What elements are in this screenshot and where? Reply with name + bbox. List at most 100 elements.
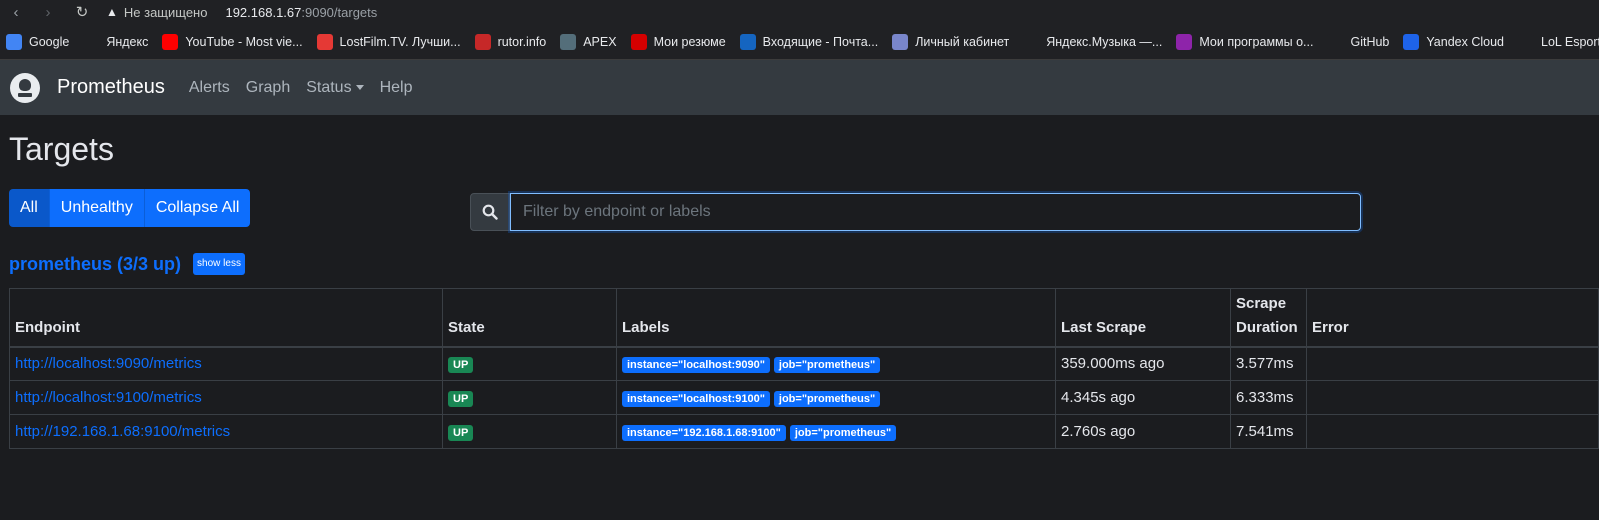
bookmark-label: rutor.info	[497, 34, 547, 49]
last-scrape-cell: 2.760s ago	[1055, 414, 1231, 449]
state-badge: UP	[448, 425, 474, 441]
targets-table: Endpoint State Labels Last Scrape Scrape…	[9, 288, 1599, 449]
label-badge: job="prometheus"	[773, 390, 881, 407]
table-row: http://localhost:9100/metrics UP instance=…	[9, 380, 1599, 415]
bookmark-item[interactable]: LoL Esports RU	[1518, 33, 1599, 50]
bookmark-item[interactable]: Входящие - Почта...	[739, 33, 879, 50]
filter-unhealthy-button[interactable]: Unhealthy	[49, 189, 145, 227]
bookmark-label: Яндекс.Музыка —...	[1046, 34, 1163, 49]
bookmark-item[interactable]: Google	[6, 33, 70, 50]
endpoint-cell: http://localhost:9100/metrics	[9, 380, 443, 415]
bookmark-item[interactable]: APEX	[560, 33, 617, 50]
search-input[interactable]	[510, 193, 1361, 231]
bookmark-item[interactable]: Yandex Cloud	[1403, 33, 1504, 50]
label-badge: instance="localhost:9100"	[622, 390, 770, 407]
page-title: Targets	[9, 131, 114, 167]
show-less-button[interactable]: show less	[193, 253, 245, 275]
back-arrow-icon[interactable]: ‹	[0, 4, 32, 21]
search-group	[470, 193, 1361, 231]
bookmark-label: YouTube - Most vie...	[185, 34, 303, 49]
yandex-cloud-icon	[1403, 33, 1420, 50]
table-header-row: Endpoint State Labels Last Scrape Scrape…	[9, 288, 1599, 348]
nav-help[interactable]: Help	[380, 79, 413, 97]
rutor-icon	[474, 33, 491, 50]
top-navbar: Prometheus Alerts Graph Status Help	[0, 60, 1599, 115]
bookmark-item[interactable]: GitHub	[1327, 33, 1389, 50]
job-title-link[interactable]: prometheus (3/3 up)	[9, 254, 181, 275]
endpoint-cell: http://localhost:9090/metrics	[9, 346, 443, 381]
bookmark-label: Мои резюме	[653, 34, 726, 49]
bookmark-item[interactable]: Яндекс.Музыка —...	[1023, 33, 1163, 50]
forward-arrow-icon[interactable]: ›	[32, 4, 64, 21]
label-badge: job="prometheus"	[789, 424, 897, 441]
lol-icon	[1518, 33, 1534, 50]
label-badge: job="prometheus"	[773, 356, 881, 373]
job-header: prometheus (3/3 up) show less	[9, 251, 1599, 277]
bookmark-label: Входящие - Почта...	[762, 34, 879, 49]
bookmark-item[interactable]: Личный кабинет	[892, 33, 1010, 50]
yandex-star-icon	[83, 33, 100, 50]
error-cell	[1306, 346, 1599, 381]
column-header-labels: Labels	[616, 288, 1056, 348]
bookmark-item[interactable]: Мои резюме	[630, 33, 726, 50]
bookmark-label: Мои программы о...	[1199, 34, 1314, 49]
bookmark-label: LostFilm.TV. Лучши...	[339, 34, 461, 49]
table-row: http://localhost:9090/metrics UP instance=…	[9, 346, 1599, 381]
hh-icon	[630, 33, 647, 50]
column-header-scrape-duration: Scrape Duration	[1230, 288, 1307, 348]
github-icon	[1327, 33, 1344, 50]
column-header-state: State	[442, 288, 617, 348]
lostfilm-icon	[316, 33, 333, 50]
collapse-all-button[interactable]: Collapse All	[144, 189, 251, 227]
endpoint-link[interactable]: http://192.168.1.68:9100/metrics	[15, 423, 230, 440]
prometheus-logo-icon[interactable]	[10, 72, 40, 103]
url-host: 192.168.1.67	[225, 4, 302, 20]
bookmark-item[interactable]: Мои программы о...	[1176, 33, 1314, 50]
state-cell: UP	[442, 346, 617, 381]
state-badge: UP	[448, 357, 474, 374]
programs-icon	[1176, 33, 1193, 50]
insecure-label[interactable]: Не защищено	[124, 5, 208, 20]
labels-cell: instance="localhost:9090" job="prometheus…	[616, 346, 1056, 381]
bookmark-item[interactable]: LostFilm.TV. Лучши...	[316, 33, 461, 50]
filter-controls: All Unhealthy Collapse All	[9, 189, 1599, 249]
bookmark-label: Яндекс	[106, 34, 149, 49]
search-icon	[470, 193, 510, 231]
label-badge: instance="localhost:9090"	[622, 356, 770, 373]
endpoint-link[interactable]: http://localhost:9100/metrics	[15, 389, 202, 406]
filter-all-button[interactable]: All	[9, 189, 50, 227]
url-field[interactable]: 192.168.1.67:9090/targets	[225, 5, 377, 20]
bookmark-label: APEX	[583, 34, 617, 49]
url-path: :9090/targets	[301, 4, 378, 20]
reload-icon[interactable]: ↻	[64, 3, 100, 21]
last-scrape-cell: 359.000ms ago	[1055, 346, 1231, 381]
bookmark-item[interactable]: Яндекс	[83, 33, 149, 50]
page-content: Targets All Unhealthy Collapse All prome…	[0, 131, 1599, 449]
nav-graph[interactable]: Graph	[246, 79, 290, 97]
column-header-endpoint: Endpoint	[9, 288, 443, 348]
google-icon	[6, 33, 22, 50]
bookmark-label: LoL Esports RU	[1541, 34, 1599, 49]
bookmark-item[interactable]: rutor.info	[474, 33, 547, 50]
bookmarks-bar: Google Яндекс YouTube - Most vie... LostFil…	[0, 24, 1599, 60]
nav-status-label: Status	[306, 78, 352, 96]
column-header-error: Error	[1306, 288, 1599, 348]
labels-cell: instance="localhost:9100" job="prometheus…	[616, 380, 1056, 415]
label-badge: instance="192.168.1.68:9100"	[622, 424, 786, 441]
nav-alerts[interactable]: Alerts	[189, 79, 230, 97]
endpoint-link[interactable]: http://localhost:9090/metrics	[15, 355, 202, 372]
bookmark-label: Google	[29, 34, 70, 49]
bookmark-label: Личный кабинет	[915, 34, 1010, 49]
error-cell	[1306, 380, 1599, 415]
mail-icon	[739, 33, 756, 50]
state-cell: UP	[442, 414, 617, 449]
nav-status-dropdown[interactable]: Status	[306, 78, 364, 97]
brand-link[interactable]: Prometheus	[57, 76, 165, 99]
bookmark-item[interactable]: YouTube - Most vie...	[162, 33, 303, 50]
labels-cell: instance="192.168.1.68:9100" job="prometh…	[616, 414, 1056, 449]
filter-button-group: All Unhealthy Collapse All	[9, 189, 251, 227]
warning-icon[interactable]: ▲	[106, 5, 118, 19]
youtube-icon	[162, 33, 179, 50]
apex-icon	[560, 33, 577, 50]
table-row: http://192.168.1.68:9100/metrics UP instan…	[9, 414, 1599, 449]
